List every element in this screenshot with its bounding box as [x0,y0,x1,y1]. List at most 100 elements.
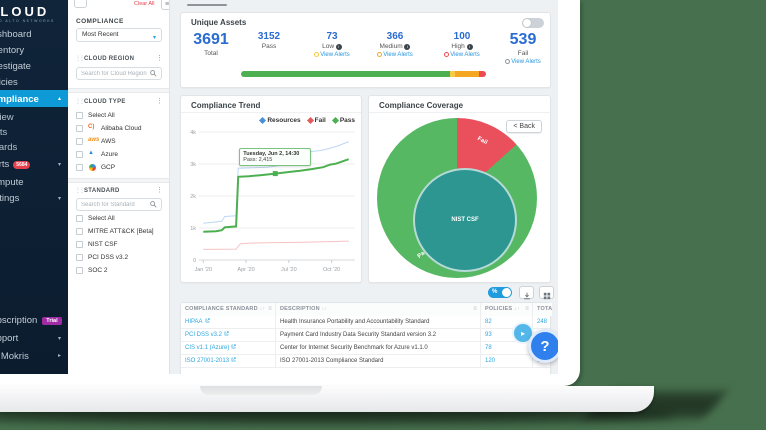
filter-collapse-button[interactable] [74,0,87,8]
sidebar-item-policies[interactable]: Policies [0,77,68,88]
checkbox[interactable] [76,215,83,222]
legend-marker [307,117,314,124]
checkbox[interactable] [76,267,83,274]
standard-link[interactable]: CIS v1.1 (Azure) [185,345,229,351]
legend-item[interactable]: Resources [260,117,300,124]
legend-item[interactable]: Fail [308,117,326,124]
sidebar-item-investigate[interactable]: Investigate [0,61,68,72]
checkbox[interactable] [76,164,83,171]
checkbox[interactable] [76,138,83,145]
unique-assets-toggle[interactable] [522,18,544,28]
compliance-trend-card: Compliance Trend ResourcesFailPass 01k2k… [180,95,362,283]
cloud-type-option-gcp[interactable]: GCP [76,163,168,174]
standard-option-nist-csf[interactable]: NIST CSF [76,240,168,251]
view-alerts-link[interactable]: View Alerts [495,59,551,65]
palo-alto-networks-logo-subtitle: PALO ALTO NETWORKS [0,19,55,23]
svg-text:1k: 1k [190,226,196,232]
sidebar-item-reports[interactable]: Reports [0,127,68,138]
save-icon: ≡ [165,1,169,8]
legend-item[interactable]: Pass [333,117,355,124]
view-alerts-link[interactable]: View Alerts [434,52,490,58]
view-alerts-link[interactable]: View Alerts [367,52,423,58]
standard-link[interactable]: ISO 27001-2013 [185,358,229,364]
column-menu-icon[interactable]: ≡ [525,303,529,316]
scroll-indicator[interactable] [187,4,227,6]
checkbox[interactable] [76,228,83,235]
coverage-donut[interactable]: Fail Pass NIST CSF [377,118,537,278]
progress-segment-high [479,71,486,77]
checkbox[interactable] [76,241,83,248]
info-icon[interactable]: i [467,44,473,50]
chevron-right-icon[interactable]: ▸ [58,352,61,359]
policies-count-link[interactable]: 82 [485,319,492,325]
column-header-policies[interactable]: POLICIES↓↑≡ [481,303,533,316]
checkbox[interactable] [76,151,83,158]
sidebar-item-inventory[interactable]: Inventory [0,45,68,56]
standard-option-mitre[interactable]: MITRE ATT&CK [Beta] [76,227,168,238]
sidebar-item-subscription[interactable]: SubscriptionTrial [0,315,68,326]
info-icon[interactable]: i [404,44,410,50]
sort-icon[interactable]: ↓↑ [322,306,327,312]
view-alerts-link[interactable]: View Alerts [304,52,360,58]
standard-description: Payment Card Industry Data Security Stan… [276,329,481,342]
trend-tooltip: Tuesday, Jun 2, 14:30 Pass: 2,415 [239,148,311,166]
standard-link[interactable]: HIPAA [185,319,203,325]
policies-count-link[interactable]: 120 [485,358,495,364]
column-picker-button[interactable] [539,286,554,299]
sidebar-item-overview[interactable]: Overview [0,112,68,123]
sidebar-item-standards[interactable]: Standards [0,142,68,153]
policies-count-link[interactable]: 93 [485,332,492,338]
column-header-description[interactable]: DESCRIPTION↓↑≡ [276,303,481,316]
kebab-menu-icon[interactable]: ⋮ [156,186,163,194]
standard-option-select-all[interactable]: Select All [76,214,168,225]
sidebar-item-compute[interactable]: Compute [0,177,68,188]
trial-badge: Trial [42,317,61,325]
drag-handle-icon[interactable]: ⋮⋮ [75,55,83,62]
laptop-screen: CLOUD PALO ALTO NETWORKS Dashboard Inven… [0,0,580,386]
cloud-type-option-select-all[interactable]: Select All [76,111,168,122]
column-menu-icon[interactable]: ≡ [473,303,477,316]
column-header-total[interactable]: TOTAL [533,303,552,316]
table-row: CIS v1.1 (Azure) Center for Internet Sec… [181,342,550,355]
checkbox[interactable] [76,254,83,261]
drag-handle-icon[interactable]: ⋮⋮ [75,187,83,194]
cloud-type-option-aws[interactable]: awsAWS [76,137,168,148]
column-menu-icon[interactable]: ≡ [268,303,272,316]
sort-icon[interactable]: ↓↑ [514,306,519,312]
chevron-down-icon[interactable]: ▾ [58,195,61,202]
chevron-down-icon[interactable]: ▾ [58,161,61,168]
percent-toggle[interactable]: % [488,287,512,298]
help-button[interactable]: ? [528,329,558,363]
kebab-menu-icon[interactable]: ⋮ [156,54,163,62]
sort-icon[interactable]: ↓↑ [260,306,265,312]
policies-count-link[interactable]: 78 [485,345,492,351]
svg-text:Jan '20: Jan '20 [194,267,212,273]
cloud-region-section-title: CLOUD REGION [84,56,134,62]
kebab-menu-icon[interactable]: ⋮ [156,97,163,105]
time-range-select[interactable]: Most Recent ▾ [76,28,162,42]
chevron-down-icon: ▾ [153,32,156,44]
checkbox[interactable] [76,112,83,119]
info-icon[interactable]: i [336,44,342,50]
cloud-type-option-alibaba[interactable]: C)Alibaba Cloud [76,124,168,135]
stat-medium: 366 Medium i View Alerts [367,31,423,58]
app-window: CLOUD PALO ALTO NETWORKS Dashboard Inven… [0,0,558,374]
clear-filters-link[interactable]: Clear All [134,1,154,7]
cloud-type-option-azure[interactable]: ▲Azure [76,150,168,161]
download-button[interactable] [519,286,534,299]
standard-option-soc2[interactable]: SOC 2 [76,266,168,277]
chevron-down-icon[interactable]: ▾ [58,335,61,342]
donut-center: NIST CSF [413,168,517,272]
external-link-icon [231,344,236,349]
column-header-standard[interactable]: COMPLIANCE STANDARD↓↑≡ [181,303,276,316]
sidebar-item-dashboard[interactable]: Dashboard [0,29,68,40]
total-count-link[interactable]: 248 [537,319,547,325]
laptop-base [0,386,654,412]
standard-link[interactable]: PCI DSS v3.2 [185,332,222,338]
back-button[interactable]: < Back [506,120,542,133]
standard-option-pci-dss[interactable]: PCI DSS v3.2 [76,253,168,264]
drag-handle-icon[interactable]: ⋮⋮ [75,98,83,105]
save-filter-button[interactable]: ≡ [161,0,170,10]
chevron-up-icon[interactable]: ▴ [58,95,61,102]
checkbox[interactable] [76,125,83,132]
